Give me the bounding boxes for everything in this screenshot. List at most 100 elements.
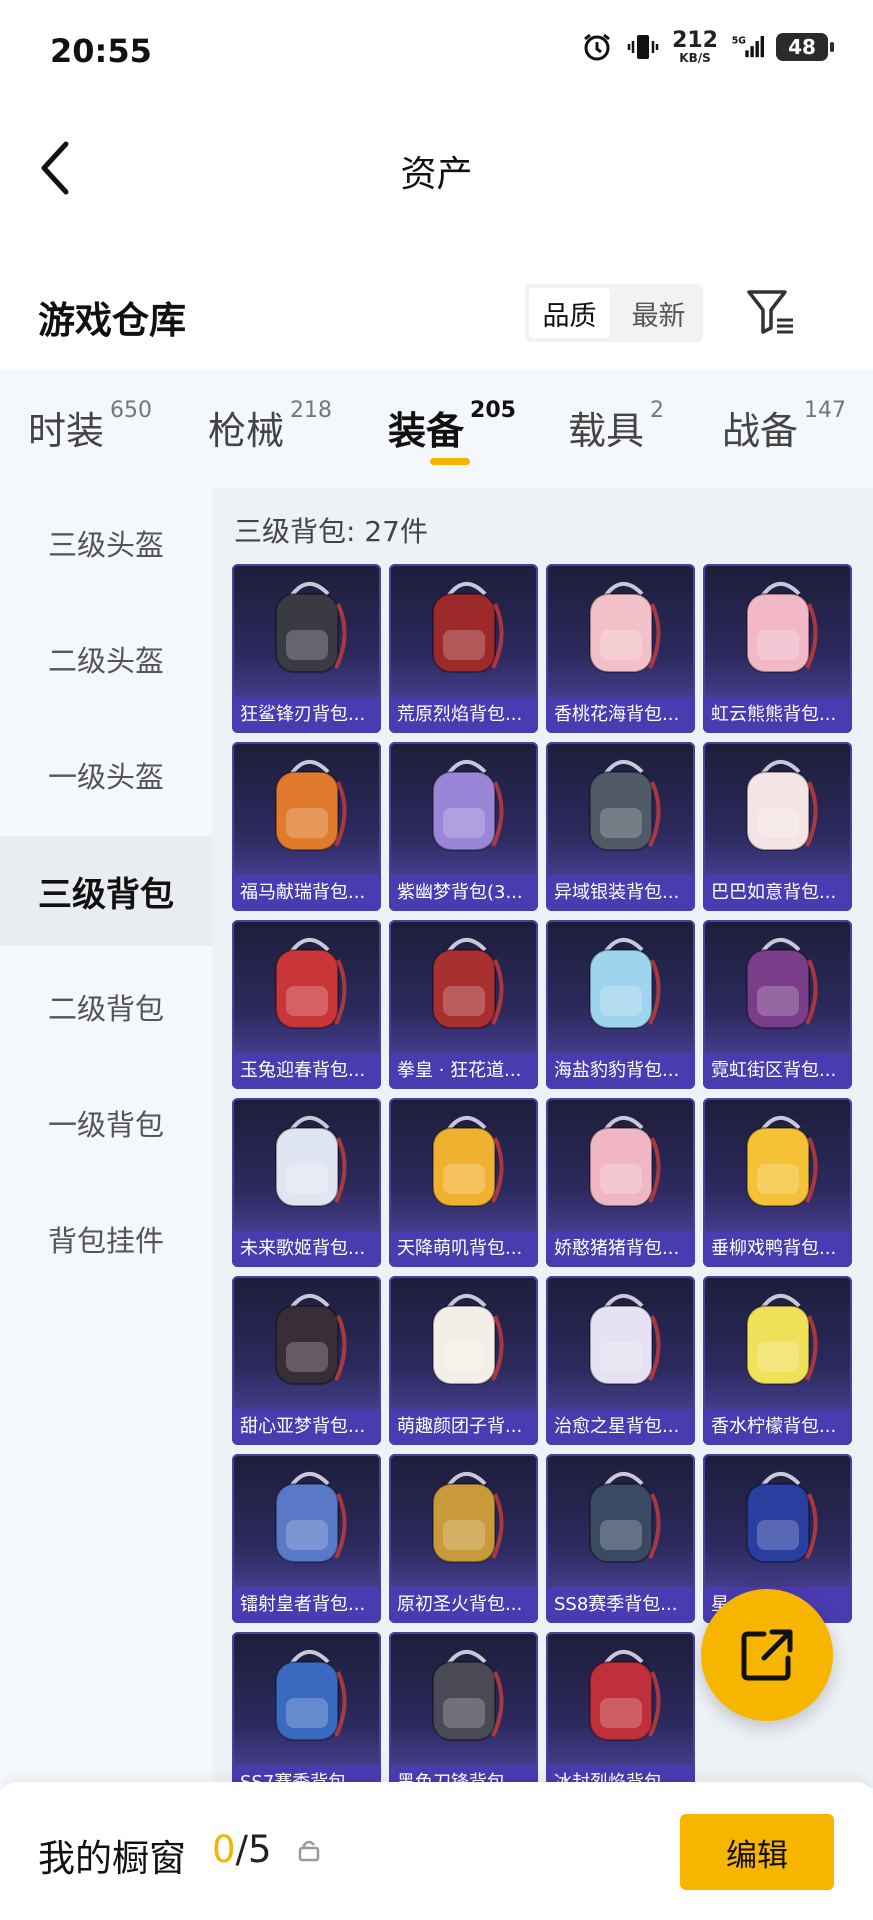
tab-vehicles[interactable]: 载具 2 <box>568 398 664 455</box>
item-card[interactable]: 拳皇 · 狂花道... <box>389 920 538 1089</box>
item-card[interactable]: 异域银装背包... <box>546 742 695 911</box>
backpack-icon <box>432 1472 504 1563</box>
sidebar-item-level1-backpack[interactable]: 一级背包 <box>0 1068 212 1178</box>
item-card[interactable]: 原初圣火背包... <box>389 1454 538 1623</box>
item-card[interactable]: 荒原烈焰背包... <box>389 564 538 733</box>
sort-quality-button[interactable]: 品质 <box>529 288 610 338</box>
backpack-icon <box>275 582 347 673</box>
vibrate-icon <box>626 30 660 64</box>
item-card[interactable]: 霓虹街区背包... <box>703 920 852 1089</box>
share-button[interactable] <box>701 1589 833 1721</box>
item-card[interactable]: 香水柠檬背包... <box>703 1276 852 1445</box>
backpack-icon <box>589 1472 661 1563</box>
sidebar-item-level2-helmet[interactable]: 二级头盔 <box>0 604 212 714</box>
sidebar-item-level2-backpack[interactable]: 二级背包 <box>0 952 212 1062</box>
item-name: 治愈之星背包... <box>546 1409 695 1445</box>
nav-header: 资产 <box>0 100 873 230</box>
backpack-icon <box>432 1650 504 1741</box>
subcategory-sidebar: 三级头盔 二级头盔 一级头盔 三级背包 二级背包 一级背包 背包挂件 <box>0 488 212 1788</box>
item-card[interactable]: 福马献瑞背包... <box>232 742 381 911</box>
item-name: 巴巴如意背包... <box>703 875 852 911</box>
page-title: 资产 <box>400 154 473 195</box>
item-card[interactable]: SS7赛季背包... <box>232 1632 381 1788</box>
item-card[interactable]: 巴巴如意背包... <box>703 742 852 911</box>
item-name: 镭射皇者背包... <box>232 1587 381 1623</box>
item-card[interactable]: 黑色刀锋背包... <box>389 1632 538 1788</box>
status-icons: 212 KB/S 5G 48 <box>580 28 834 65</box>
item-name: 香水柠檬背包... <box>703 1409 852 1445</box>
share-icon <box>741 1629 793 1681</box>
backpack-icon <box>275 760 347 851</box>
category-tabs: 时装 650 枪械 218 装备 205 载具 2 战备 147 <box>0 370 873 488</box>
showcase-bar: 我的橱窗 0/5 编辑 <box>0 1782 873 1920</box>
active-tab-indicator <box>430 458 470 465</box>
item-card[interactable]: 娇憨猪猪背包... <box>546 1098 695 1267</box>
alarm-icon <box>580 30 614 64</box>
tab-firearms[interactable]: 枪械 218 <box>208 398 332 455</box>
item-name: 紫幽梦背包(3... <box>389 875 538 911</box>
battery-indicator: 48 <box>776 33 834 61</box>
item-name: 天降萌叽背包... <box>389 1231 538 1267</box>
item-card[interactable]: 天降萌叽背包... <box>389 1098 538 1267</box>
tab-supplies[interactable]: 战备 147 <box>722 398 846 455</box>
item-name: 虹云熊熊背包... <box>703 697 852 733</box>
backpack-icon <box>746 1472 818 1563</box>
backpack-icon <box>589 1294 661 1385</box>
item-card[interactable]: 镭射皇者背包... <box>232 1454 381 1623</box>
item-name: 荒原烈焰背包... <box>389 697 538 733</box>
sidebar-item-level1-helmet[interactable]: 一级头盔 <box>0 720 212 830</box>
status-bar: 20:55 212 KB/S 5G 48 <box>0 0 873 100</box>
showcase-label: 我的橱窗 <box>38 1837 186 1880</box>
item-card[interactable]: 甜心亚梦背包... <box>232 1276 381 1445</box>
item-name: 海盐豹豹背包... <box>546 1053 695 1089</box>
backpack-icon <box>589 760 661 851</box>
item-card[interactable]: 萌趣颜团子背... <box>389 1276 538 1445</box>
item-card[interactable]: 海盐豹豹背包... <box>546 920 695 1089</box>
item-card[interactable]: 香桃花海背包... <box>546 564 695 733</box>
item-card[interactable]: 玉兔迎春背包... <box>232 920 381 1089</box>
item-name: 拳皇 · 狂花道... <box>389 1053 538 1089</box>
backpack-icon <box>589 938 661 1029</box>
backpack-icon <box>432 582 504 673</box>
showcase-count: 0/5 <box>212 1828 272 1871</box>
tab-equipment[interactable]: 装备 205 <box>388 398 516 455</box>
network-speed: 212 KB/S <box>672 28 718 65</box>
item-name: SS8赛季背包... <box>546 1587 695 1623</box>
item-card[interactable]: SS8赛季背包... <box>546 1454 695 1623</box>
tab-fashion[interactable]: 时装 650 <box>28 398 152 455</box>
item-card[interactable]: 垂柳戏鸭背包... <box>703 1098 852 1267</box>
item-name: 娇憨猪猪背包... <box>546 1231 695 1267</box>
edit-button[interactable]: 编辑 <box>680 1814 834 1890</box>
backpack-icon <box>746 1294 818 1385</box>
backpack-icon <box>432 760 504 851</box>
backpack-icon <box>746 938 818 1029</box>
status-time: 20:55 <box>50 32 152 70</box>
sidebar-item-level3-helmet[interactable]: 三级头盔 <box>0 488 212 598</box>
item-card[interactable]: 狂鲨锋刃背包... <box>232 564 381 733</box>
backpack-icon <box>275 1472 347 1563</box>
sidebar-item-backpack-charm[interactable]: 背包挂件 <box>0 1184 212 1294</box>
item-card[interactable]: 未来歌姬背包... <box>232 1098 381 1267</box>
lock-icon <box>298 1840 320 1862</box>
item-card[interactable]: 冰封烈焰背包... <box>546 1632 695 1788</box>
item-card[interactable]: 紫幽梦背包(3... <box>389 742 538 911</box>
item-name: 异域银装背包... <box>546 875 695 911</box>
item-card[interactable]: 治愈之星背包... <box>546 1276 695 1445</box>
item-name: 原初圣火背包... <box>389 1587 538 1623</box>
item-name: 狂鲨锋刃背包... <box>232 697 381 733</box>
item-name: 未来歌姬背包... <box>232 1231 381 1267</box>
item-card[interactable]: 虹云熊熊背包... <box>703 564 852 733</box>
item-name: 垂柳戏鸭背包... <box>703 1231 852 1267</box>
warehouse-title: 游戏仓库 <box>38 299 186 342</box>
sort-latest-button[interactable]: 最新 <box>618 288 699 338</box>
item-name: 福马献瑞背包... <box>232 875 381 911</box>
sidebar-item-level3-backpack[interactable]: 三级背包 <box>0 836 212 946</box>
backpack-icon <box>275 1116 347 1207</box>
filter-button[interactable] <box>745 286 797 338</box>
signal-5g-icon: 5G <box>730 30 764 64</box>
item-name: 霓虹街区背包... <box>703 1053 852 1089</box>
backpack-icon <box>275 1650 347 1741</box>
backpack-icon <box>589 582 661 673</box>
item-name: 香桃花海背包... <box>546 697 695 733</box>
item-count-label: 三级背包: 27件 <box>234 515 428 548</box>
